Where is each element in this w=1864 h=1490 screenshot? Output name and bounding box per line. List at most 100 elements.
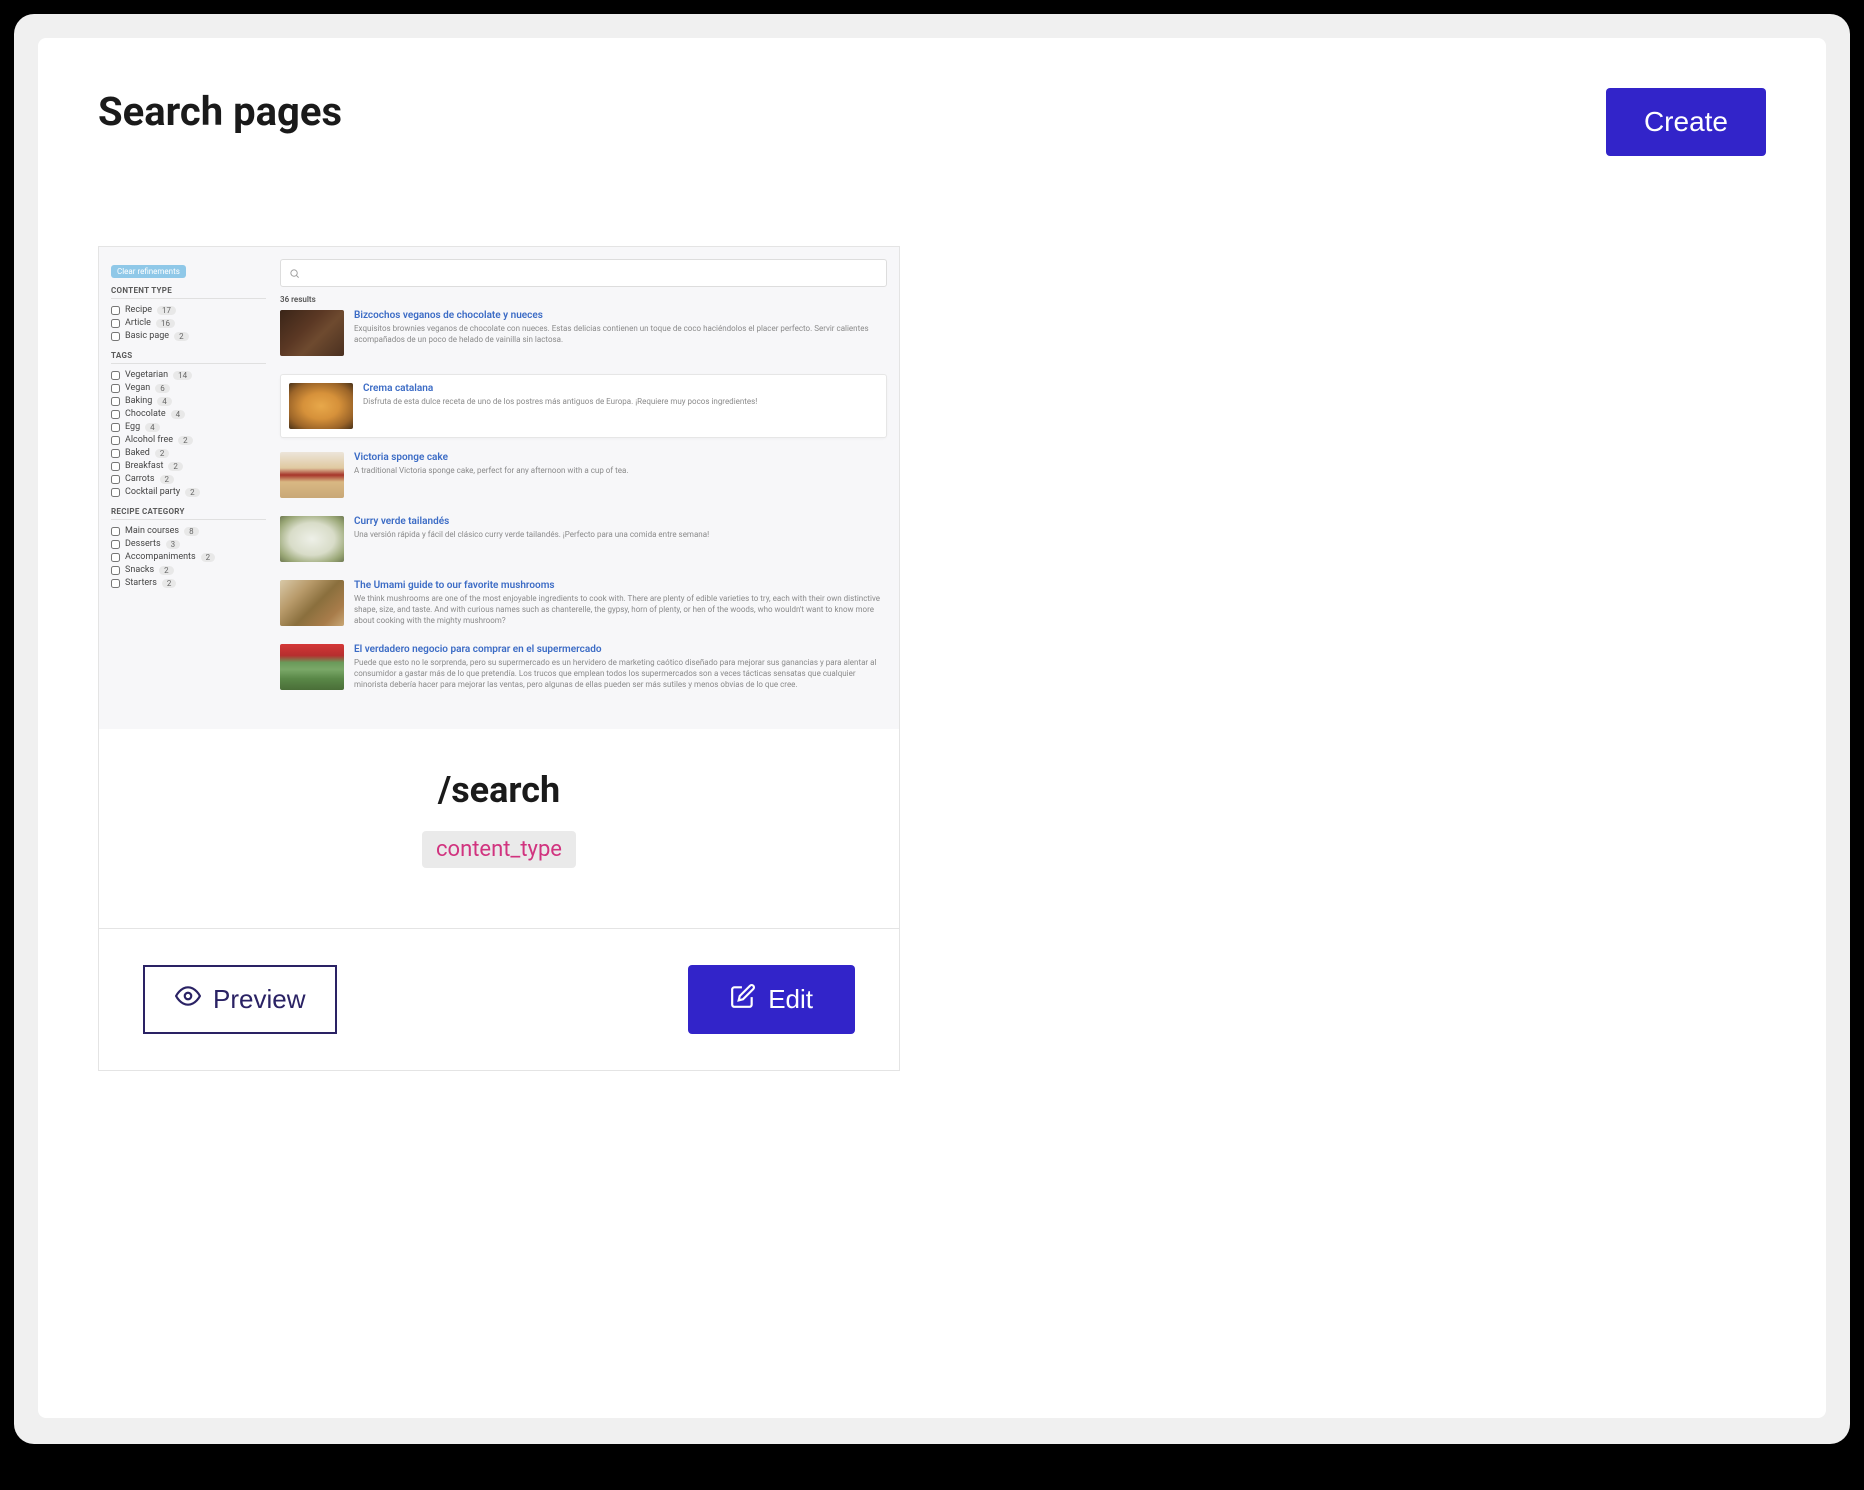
facet-label: Vegetarian bbox=[125, 370, 168, 380]
facet-label: Article bbox=[125, 318, 151, 328]
eye-icon bbox=[175, 983, 201, 1016]
facet-label: Main courses bbox=[125, 526, 179, 536]
facet-checkbox[interactable] bbox=[111, 319, 120, 328]
facet-checkbox[interactable] bbox=[111, 384, 120, 393]
facet-checkbox[interactable] bbox=[111, 488, 120, 497]
facet-count: 4 bbox=[157, 397, 172, 406]
facet-label: Chocolate bbox=[125, 409, 166, 419]
edit-button[interactable]: Edit bbox=[688, 965, 855, 1034]
result-title[interactable]: El verdadero negocio para comprar en el … bbox=[354, 644, 887, 655]
facet-label: Breakfast bbox=[125, 461, 163, 471]
main-card: Search pages Create Clear refinements CO… bbox=[38, 38, 1826, 1418]
result-item[interactable]: Bizcochos veganos de chocolate y nuecesE… bbox=[280, 310, 887, 356]
page-title: Search pages bbox=[98, 88, 342, 135]
facet-item[interactable]: Egg 4 bbox=[111, 422, 266, 432]
facet-item[interactable]: Vegan 6 bbox=[111, 383, 266, 393]
facet-item[interactable]: Vegetarian 14 bbox=[111, 370, 266, 380]
result-description: Disfruta de esta dulce receta de uno de … bbox=[363, 397, 757, 408]
result-thumbnail bbox=[280, 516, 344, 562]
facet-label: Egg bbox=[125, 422, 140, 432]
facet-checkbox[interactable] bbox=[111, 397, 120, 406]
facet-item[interactable]: Basic page2 bbox=[111, 331, 266, 341]
facet-checkbox[interactable] bbox=[111, 579, 120, 588]
facet-item[interactable]: Carrots2 bbox=[111, 474, 266, 484]
preview-button-label: Preview bbox=[213, 984, 305, 1015]
facet-checkbox[interactable] bbox=[111, 332, 120, 341]
facet-checkbox[interactable] bbox=[111, 462, 120, 471]
facet-count: 6 bbox=[155, 384, 170, 393]
facet-group-title: TAGS bbox=[111, 351, 266, 364]
facet-item[interactable]: Cocktail party 2 bbox=[111, 487, 266, 497]
facet-item[interactable]: Breakfast 2 bbox=[111, 461, 266, 471]
facet-item[interactable]: Snacks2 bbox=[111, 565, 266, 575]
result-item[interactable]: The Umami guide to our favorite mushroom… bbox=[280, 580, 887, 626]
results-column: 36 results Bizcochos veganos de chocolat… bbox=[280, 259, 887, 709]
result-title[interactable]: Crema catalana bbox=[363, 383, 757, 394]
result-item[interactable]: El verdadero negocio para comprar en el … bbox=[280, 644, 887, 690]
facet-count: 2 bbox=[174, 332, 189, 341]
facet-item[interactable]: Recipe17 bbox=[111, 305, 266, 315]
result-thumbnail bbox=[289, 383, 353, 429]
result-body: Bizcochos veganos de chocolate y nuecesE… bbox=[354, 310, 887, 356]
search-input[interactable] bbox=[280, 259, 887, 287]
facet-item[interactable]: Main courses 8 bbox=[111, 526, 266, 536]
facet-checkbox[interactable] bbox=[111, 449, 120, 458]
facet-checkbox[interactable] bbox=[111, 410, 120, 419]
facet-checkbox[interactable] bbox=[111, 553, 120, 562]
facet-item[interactable]: Alcohol free2 bbox=[111, 435, 266, 445]
result-body: El verdadero negocio para comprar en el … bbox=[354, 644, 887, 690]
facet-item[interactable]: Chocolate4 bbox=[111, 409, 266, 419]
facet-item[interactable]: Baking 4 bbox=[111, 396, 266, 406]
outer-frame: Search pages Create Clear refinements CO… bbox=[14, 14, 1850, 1444]
facet-group-title: CONTENT TYPE bbox=[111, 286, 266, 299]
facet-checkbox[interactable] bbox=[111, 527, 120, 536]
header-row: Search pages Create bbox=[98, 88, 1766, 156]
facet-count: 14 bbox=[173, 371, 192, 380]
facet-count: 2 bbox=[185, 488, 200, 497]
facet-label: Starters bbox=[125, 578, 157, 588]
edit-button-label: Edit bbox=[768, 984, 813, 1015]
facet-count: 2 bbox=[201, 553, 216, 562]
result-description: A traditional Victoria sponge cake, perf… bbox=[354, 466, 628, 477]
facet-count: 16 bbox=[156, 319, 175, 328]
facet-count: 2 bbox=[160, 475, 175, 484]
result-title[interactable]: Victoria sponge cake bbox=[354, 452, 628, 463]
facet-label: Baked bbox=[125, 448, 150, 458]
result-item[interactable]: Crema catalana Disfruta de esta dulce rec… bbox=[280, 374, 887, 438]
facet-count: 8 bbox=[184, 527, 199, 536]
facet-label: Cocktail party bbox=[125, 487, 180, 497]
clear-refinements-button[interactable]: Clear refinements bbox=[111, 265, 186, 278]
facet-checkbox[interactable] bbox=[111, 423, 120, 432]
facet-checkbox[interactable] bbox=[111, 436, 120, 445]
facet-checkbox[interactable] bbox=[111, 371, 120, 380]
facet-item[interactable]: Desserts3 bbox=[111, 539, 266, 549]
result-title[interactable]: The Umami guide to our favorite mushroom… bbox=[354, 580, 887, 591]
result-body: Crema catalana Disfruta de esta dulce rec… bbox=[363, 383, 757, 429]
facet-tag: content_type bbox=[422, 831, 576, 868]
edit-icon bbox=[730, 983, 756, 1016]
facet-item[interactable]: Baked 2 bbox=[111, 448, 266, 458]
facet-item[interactable]: Article 16 bbox=[111, 318, 266, 328]
facet-checkbox[interactable] bbox=[111, 475, 120, 484]
facet-checkbox[interactable] bbox=[111, 306, 120, 315]
preview-button[interactable]: Preview bbox=[143, 965, 337, 1034]
result-body: Victoria sponge cake A traditional Victor… bbox=[354, 452, 628, 498]
facet-label: Baking bbox=[125, 396, 152, 406]
result-item[interactable]: Victoria sponge cake A traditional Victor… bbox=[280, 452, 887, 498]
facet-item[interactable]: Accompaniments2 bbox=[111, 552, 266, 562]
card-actions: Preview Edit bbox=[99, 928, 899, 1070]
facet-count: 4 bbox=[145, 423, 160, 432]
result-title[interactable]: Bizcochos veganos de chocolate y nueces bbox=[354, 310, 887, 321]
create-button[interactable]: Create bbox=[1606, 88, 1766, 156]
search-page-card: Clear refinements CONTENT TYPE Recipe17 Ar… bbox=[98, 246, 900, 1071]
result-title[interactable]: Curry verde tailandés bbox=[354, 516, 709, 527]
result-item[interactable]: Curry verde tailandésUna versión rápida … bbox=[280, 516, 887, 562]
facet-count: 2 bbox=[168, 462, 183, 471]
search-icon bbox=[289, 264, 300, 283]
facet-label: Snacks bbox=[125, 565, 154, 575]
facet-count: 2 bbox=[155, 449, 170, 458]
facet-checkbox[interactable] bbox=[111, 540, 120, 549]
facet-checkbox[interactable] bbox=[111, 566, 120, 575]
facet-label: Vegan bbox=[125, 383, 150, 393]
facet-item[interactable]: Starters2 bbox=[111, 578, 266, 588]
